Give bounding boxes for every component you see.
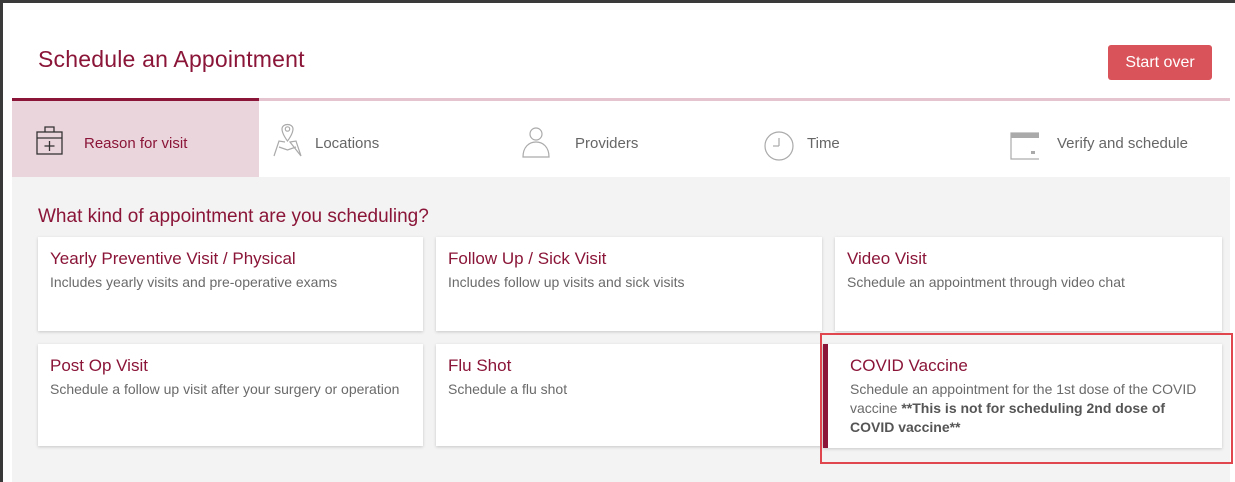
first-aid-kit-icon [36, 126, 63, 155]
card-description: Schedule a flu shot [448, 381, 568, 397]
step-time[interactable]: Time [739, 101, 979, 177]
card-description: Schedule a follow up visit after your su… [50, 381, 400, 397]
step-nav: Reason for visit Locations Providers Tim… [12, 101, 1230, 177]
page: Schedule an Appointment Start over Reaso… [0, 0, 1235, 482]
card-title: Yearly Preventive Visit / Physical [50, 249, 296, 268]
step-label: Verify and schedule [1057, 135, 1188, 152]
calendar-icon [1010, 132, 1039, 160]
card-video-visit[interactable]: Video Visit Schedule an appointment thro… [835, 237, 1222, 331]
step-label: Locations [315, 135, 380, 152]
card-title: Video Visit [847, 249, 927, 268]
card-description: Schedule an appointment through video ch… [847, 274, 1125, 290]
card-title: COVID Vaccine [850, 356, 968, 375]
card-description: Includes follow up visits and sick visit… [448, 274, 685, 290]
window-left-edge [0, 0, 3, 482]
clock-icon [764, 131, 794, 161]
step-label: Time [807, 135, 840, 152]
card-follow-up-sick-visit[interactable]: Follow Up / Sick Visit Includes follow u… [436, 237, 822, 331]
person-icon [522, 127, 550, 158]
scheduler-app: Schedule an Appointment Start over Reaso… [12, 14, 1230, 482]
card-post-op-visit[interactable]: Post Op Visit Schedule a follow up visit… [38, 344, 423, 446]
card-yearly-preventive-visit[interactable]: Yearly Preventive Visit / Physical Inclu… [38, 237, 423, 331]
step-label: Providers [575, 135, 639, 152]
card-title: Follow Up / Sick Visit [448, 249, 607, 268]
card-title: Post Op Visit [50, 356, 148, 375]
question-heading: What kind of appointment are you schedul… [38, 206, 429, 227]
map-pin-icon [273, 123, 302, 157]
card-description: Schedule an appointment for the 1st dose… [850, 380, 1212, 437]
card-description: Includes yearly visits and pre-operative… [50, 274, 338, 290]
step-locations[interactable]: Locations [259, 101, 499, 177]
step-providers[interactable]: Providers [499, 101, 739, 177]
page-title: Schedule an Appointment [38, 46, 305, 72]
selected-indicator [823, 344, 828, 448]
step-label: Reason for visit [84, 135, 188, 152]
card-title: Flu Shot [448, 356, 512, 375]
header: Schedule an Appointment Start over [12, 14, 1230, 98]
step-verify-and-schedule[interactable]: Verify and schedule [979, 101, 1230, 177]
card-flu-shot[interactable]: Flu Shot Schedule a flu shot [436, 344, 822, 446]
card-covid-vaccine[interactable]: COVID Vaccine Schedule an appointment fo… [823, 344, 1222, 448]
step-reason-for-visit[interactable]: Reason for visit [12, 101, 259, 177]
window-top-edge [0, 0, 1235, 3]
start-over-button[interactable]: Start over [1108, 45, 1212, 80]
